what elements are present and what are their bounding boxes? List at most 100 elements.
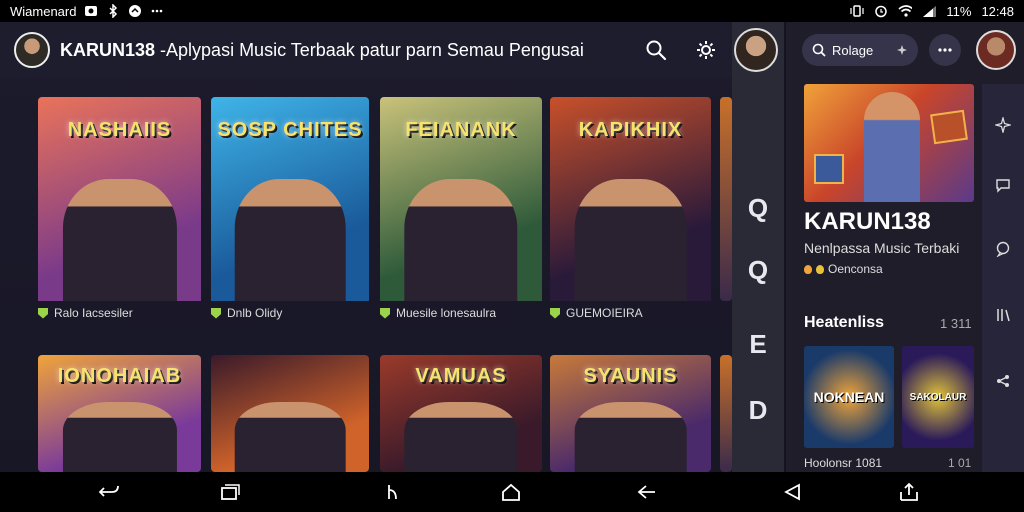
card-artwork: NASHAIIS: [38, 97, 201, 301]
bluetooth-icon: [106, 4, 120, 18]
music-card[interactable]: KAPIKHIX GUEMOIEIRA: [550, 97, 711, 325]
footer-right: 1 01: [948, 456, 972, 470]
music-card-partial[interactable]: [720, 355, 732, 472]
verified-icon: [38, 307, 48, 319]
profile-avatar[interactable]: [976, 30, 1016, 70]
card-artist-figure: [62, 178, 177, 301]
verified-icon: [211, 307, 221, 319]
app-header: KARUN138 -Aplypasi Music Terbaak patur p…: [0, 22, 732, 78]
home-icon[interactable]: [498, 480, 524, 504]
verified-icon: [550, 307, 560, 319]
panel-meta: Oenconsa: [804, 262, 883, 276]
card-title: VAMUAS: [415, 365, 507, 387]
section-count: 1 311: [940, 316, 972, 331]
rail-item-search-2[interactable]: Q: [740, 252, 776, 288]
arrow-back-icon[interactable]: [634, 480, 660, 504]
flame-icon: [804, 264, 812, 274]
music-card[interactable]: SYAUNIS: [550, 355, 711, 472]
card-title: IONOHAIAB: [57, 365, 182, 387]
rail-avatar[interactable]: [734, 28, 778, 72]
star-icon: [897, 45, 907, 55]
share-icon[interactable]: [992, 370, 1014, 392]
alarm-icon: [874, 4, 888, 18]
panel-search[interactable]: Rolage: [802, 34, 918, 66]
vibrate-icon: [850, 4, 864, 18]
card-artwork: VAMUAS: [380, 355, 542, 472]
brand-name: KARUN138: [60, 39, 156, 60]
wifi-icon: [898, 4, 913, 18]
thumb-card-2[interactable]: SAKOLAUR: [902, 346, 974, 448]
library-icon[interactable]: [992, 304, 1014, 326]
rail-item-d[interactable]: D: [740, 392, 776, 428]
card-artwork: [211, 355, 369, 472]
thumb-label-1: NOKNEAN: [813, 389, 885, 405]
menu-icon[interactable]: [380, 480, 406, 504]
verified-icon: [380, 307, 390, 319]
card-title: SOSP CHITES: [217, 119, 363, 141]
card-artist-figure: [234, 401, 346, 472]
card-caption: Muesile lonesaulra: [380, 303, 496, 323]
search-icon: [812, 43, 826, 57]
app-icon: [84, 4, 98, 18]
artwork-speaker: [814, 154, 844, 184]
music-card[interactable]: IONOHAIAB: [38, 355, 201, 472]
search-icon[interactable]: [644, 38, 668, 62]
music-card[interactable]: VAMUAS: [380, 355, 542, 472]
quick-rail: Q Q E D: [732, 22, 784, 472]
music-card[interactable]: NASHAIIS Ralo Iacsesiler: [38, 97, 201, 325]
recents-icon[interactable]: [216, 480, 242, 504]
comment-icon[interactable]: [992, 238, 1014, 260]
music-card[interactable]: FEIANANK Muesile lonesaulra: [380, 97, 542, 325]
card-caption-text: Dnlb Olidy: [227, 306, 283, 320]
header-tagline: -Aplypasi Music Terbaak patur parn Semau…: [155, 39, 584, 60]
card-artwork: KAPIKHIX: [550, 97, 711, 301]
rail-item-search[interactable]: Q: [740, 190, 776, 226]
card-title: KAPIKHIX: [578, 119, 683, 141]
card-artwork: SYAUNIS: [550, 355, 711, 472]
music-card[interactable]: SOSP CHITES Dnlb Olidy: [211, 97, 369, 325]
artwork-singer: [864, 92, 920, 202]
flame-icon-2: [816, 264, 824, 274]
card-artist-figure: [404, 401, 518, 472]
card-title: NASHAIIS: [67, 119, 172, 141]
section-title: Heatenliss: [804, 314, 885, 331]
back-icon[interactable]: [96, 480, 122, 504]
more-options-button[interactable]: [929, 34, 961, 66]
card-caption-text: Muesile lonesaulra: [396, 306, 497, 320]
user-avatar[interactable]: [14, 32, 50, 68]
footer-left: Hoolonsr 1081: [804, 456, 883, 470]
carrier-label: Wiamenard: [10, 3, 77, 19]
card-caption-text: Ralo Iacsesiler: [54, 306, 133, 320]
card-artist-figure: [234, 178, 346, 301]
card-artwork: FEIANANK: [380, 97, 542, 301]
more-icon: [150, 4, 164, 18]
signal-icon: [922, 4, 937, 18]
panel-rail: [982, 84, 1024, 472]
card-caption-text: GUEMOIEIRA: [566, 306, 643, 320]
panel-search-label: Rolage: [832, 42, 874, 58]
settings-icon[interactable]: [694, 38, 718, 62]
panel-subtitle: Nenlpassa Music Terbaki: [804, 240, 960, 256]
page-title: KARUN138 -Aplypasi Music Terbaak patur p…: [60, 40, 584, 61]
triangle-back-icon[interactable]: [780, 480, 806, 504]
card-caption: Ralo Iacsesiler: [38, 303, 133, 323]
chat-icon[interactable]: [992, 174, 1014, 196]
featured-artwork[interactable]: [804, 84, 974, 202]
card-artist-figure: [574, 178, 687, 301]
card-artist-figure: [574, 401, 687, 472]
artwork-poster: [930, 109, 968, 145]
thumb-card-1[interactable]: NOKNEAN: [804, 346, 894, 448]
card-title: FEIANANK: [405, 119, 517, 141]
status-bar: Wiamenard 11% 12:48: [0, 0, 1024, 22]
battery-label: 11%: [946, 3, 972, 19]
card-artist-figure: [62, 401, 177, 472]
sparkle-icon[interactable]: [992, 114, 1014, 136]
rail-item-edit[interactable]: E: [740, 326, 776, 362]
music-card-partial[interactable]: [720, 97, 732, 301]
card-artwork: SOSP CHITES: [211, 97, 369, 301]
navigation-bar: [0, 472, 1024, 512]
notification-icon: [128, 4, 142, 18]
clock: 12:48: [981, 3, 1014, 19]
share-icon[interactable]: [896, 480, 922, 504]
music-card[interactable]: [211, 355, 369, 472]
